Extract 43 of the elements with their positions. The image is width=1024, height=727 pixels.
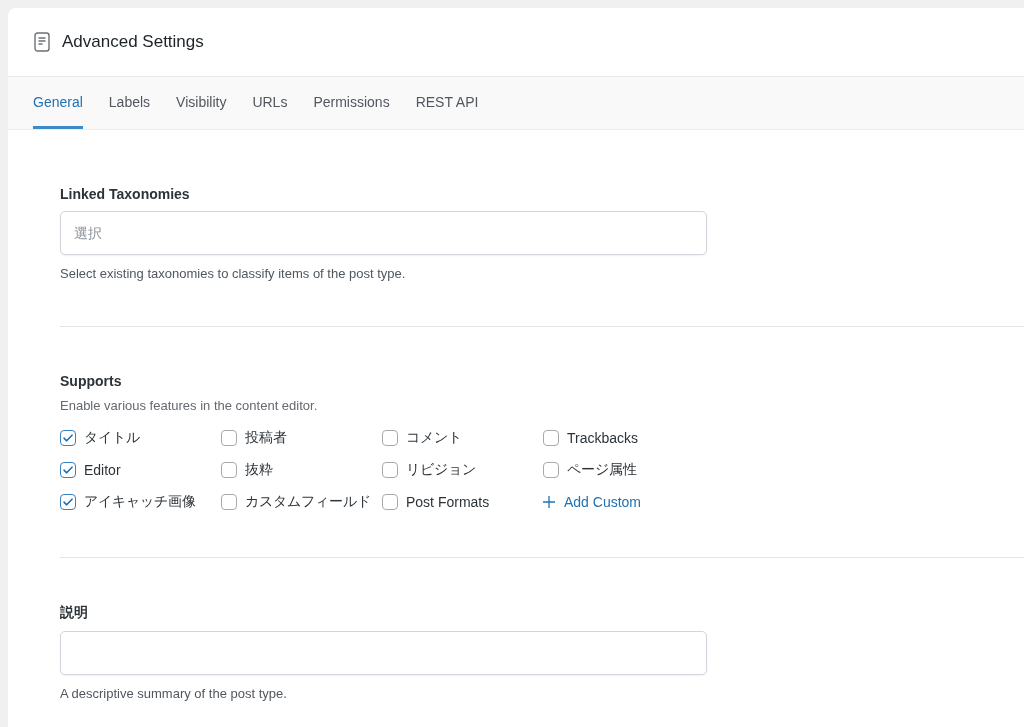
checkmark-icon — [62, 432, 74, 444]
checkbox[interactable] — [60, 430, 76, 446]
tab[interactable]: Labels — [108, 77, 151, 129]
section-label: Supports — [60, 373, 122, 389]
checkbox[interactable] — [221, 462, 237, 478]
tab[interactable]: URLs — [252, 77, 288, 129]
checkbox-label: ページ属性 — [567, 461, 637, 479]
checkmark-icon — [62, 464, 74, 476]
section-description: Enable various features in the content editor. — [60, 398, 318, 413]
checkbox-label: カスタムフィールド — [245, 493, 371, 511]
checkbox-label: Post Formats — [406, 494, 490, 510]
tab[interactable]: General — [33, 77, 83, 129]
add-custom-button[interactable]: Add Custom — [543, 491, 642, 513]
checkbox[interactable] — [221, 430, 237, 446]
checkbox[interactable] — [60, 494, 76, 510]
checkbox-label: Editor — [84, 462, 121, 478]
tab[interactable]: REST API — [415, 77, 479, 129]
input-field[interactable] — [60, 631, 707, 675]
field-label: 説明 — [60, 604, 88, 622]
checkbox-label: アイキャッチ画像 — [84, 493, 196, 511]
field-label: Linked Taxonomies — [60, 186, 190, 202]
input-field[interactable]: 選択 — [60, 211, 707, 255]
checkbox[interactable] — [382, 494, 398, 510]
checkbox-label: Trackbacks — [567, 430, 639, 446]
plus-icon — [543, 496, 555, 508]
checkbox-label: タイトル — [84, 429, 140, 447]
checkbox[interactable] — [543, 462, 559, 478]
checkbox[interactable] — [221, 494, 237, 510]
help-text: Select existing taxonomies to classify items of the post type. — [60, 266, 406, 281]
checkbox-label: リビジョン — [406, 461, 476, 479]
help-text: A descriptive summary of the post type. — [60, 686, 287, 701]
checkmark-icon — [62, 496, 74, 508]
checkbox[interactable] — [382, 430, 398, 446]
checkbox[interactable] — [60, 462, 76, 478]
tab[interactable]: Permissions — [313, 77, 390, 129]
checkbox[interactable] — [382, 462, 398, 478]
panel-title: Advanced Settings — [62, 32, 204, 52]
checkbox-label: 抜粋 — [245, 461, 273, 479]
document-icon — [34, 32, 50, 52]
checkbox-label: 投稿者 — [245, 429, 287, 447]
tab[interactable]: Visibility — [176, 77, 227, 129]
checkbox[interactable] — [543, 430, 559, 446]
checkbox-label: コメント — [406, 429, 462, 447]
